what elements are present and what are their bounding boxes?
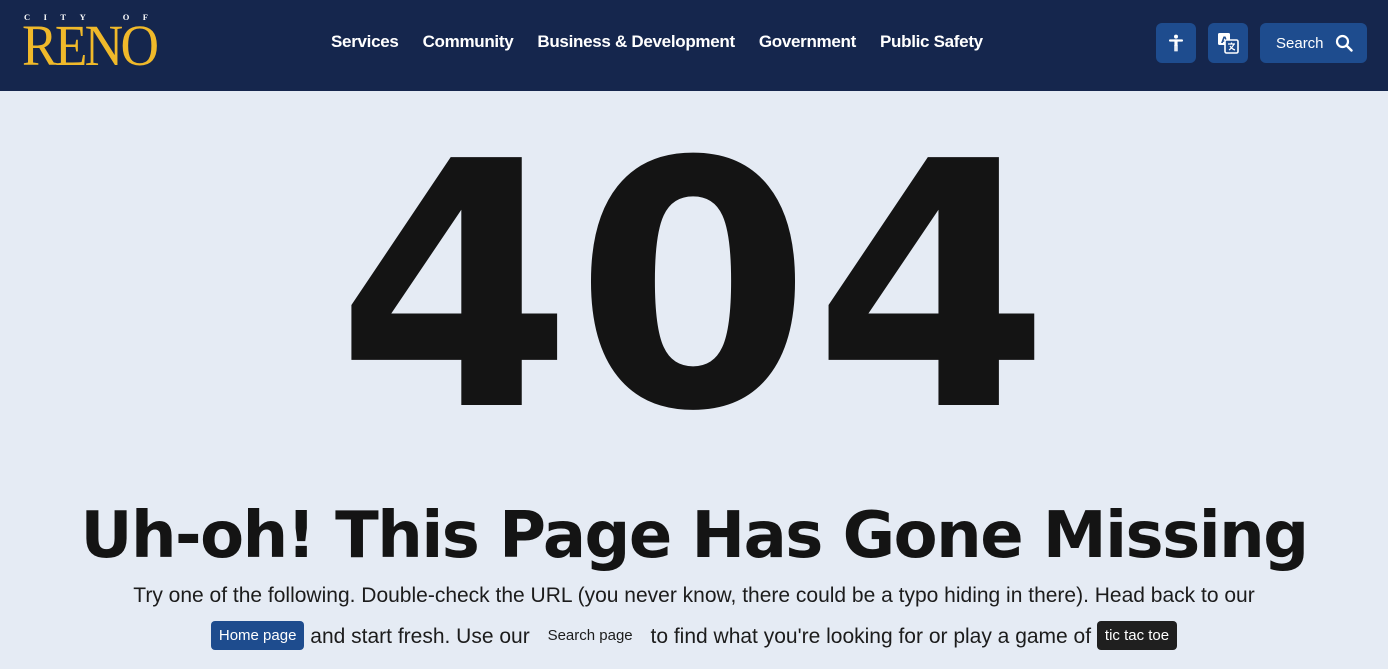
page-title: Uh-oh! This Page Has Gone Missing <box>80 499 1310 573</box>
logo-reno-text: RENO <box>22 13 159 78</box>
instructions-text-b: to find what you're looking for or play … <box>650 625 1092 648</box>
instructions-line-2: Home page and start fresh. Use our Searc… <box>0 620 1388 652</box>
accessibility-button[interactable] <box>1156 23 1196 63</box>
nav-services[interactable]: Services <box>331 31 399 53</box>
home-page-link[interactable]: Home page <box>210 620 305 650</box>
nav-public-safety[interactable]: Public Safety <box>880 31 983 53</box>
search-icon <box>1335 34 1353 52</box>
search-button-label: Search <box>1276 34 1324 52</box>
error-code: 404 <box>336 90 1052 486</box>
search-button[interactable]: Search <box>1260 23 1367 63</box>
translate-button[interactable]: A <box>1208 23 1248 63</box>
site-header: C I T Y O F RENO Services Community Busi… <box>0 0 1388 91</box>
nav-business-development[interactable]: Business & Development <box>537 31 735 53</box>
nav-government[interactable]: Government <box>759 31 856 53</box>
search-page-link[interactable]: Search page <box>536 621 645 650</box>
instructions-line-1: Try one of the following. Double-check t… <box>133 584 1255 607</box>
nav-community[interactable]: Community <box>423 31 514 53</box>
tic-tac-toe-link[interactable]: tic tac toe <box>1096 620 1178 650</box>
translate-icon: A <box>1218 33 1239 54</box>
instructions-text-a: and start fresh. Use our <box>310 625 530 648</box>
main-nav: Services Community Business & Developmen… <box>331 31 983 53</box>
city-of-reno-logo[interactable]: C I T Y O F RENO <box>22 12 159 75</box>
accessibility-person-icon <box>1169 34 1183 52</box>
